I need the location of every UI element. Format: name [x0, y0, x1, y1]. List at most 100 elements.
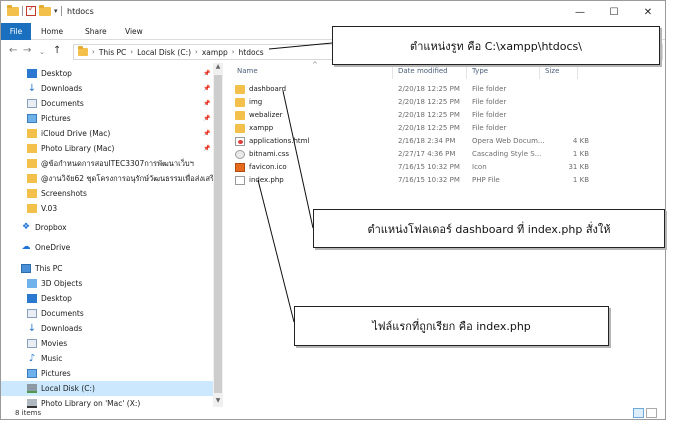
download-icon: ↓	[27, 323, 37, 334]
nav-item-label: Downloads	[41, 84, 83, 93]
scroll-down-icon[interactable]: ▼	[213, 397, 223, 407]
pin-icon[interactable]: 📌	[203, 130, 210, 137]
download-icon: ↓	[27, 83, 37, 94]
nav-item-label: This PC	[35, 264, 63, 273]
forward-button[interactable]: →	[23, 45, 31, 56]
folder-icon	[235, 111, 245, 120]
nav-item[interactable]: This PC	[1, 261, 213, 276]
nav-item[interactable]: Screenshots	[1, 186, 213, 201]
file-type: File folder	[472, 85, 507, 93]
pin-icon[interactable]: 📌	[203, 100, 210, 107]
tab-share[interactable]: Share	[85, 23, 107, 40]
close-button[interactable]: ✕	[631, 1, 665, 23]
divider	[60, 6, 62, 16]
breadcrumb-local-disk[interactable]: Local Disk (C:)	[137, 48, 191, 57]
maximize-button[interactable]: ☐	[597, 1, 631, 23]
up-button[interactable]: ↑	[53, 45, 61, 56]
details-view-icon[interactable]	[633, 408, 644, 418]
nav-item[interactable]: @ข้อกำหนดการสอบITEC3307การพัฒนาเว็บฯ	[1, 156, 213, 171]
recent-locations-icon[interactable]: ⌄	[39, 48, 45, 56]
column-header-name[interactable]: Name	[237, 67, 258, 79]
nav-item[interactable]: Movies	[1, 336, 213, 351]
nav-item-label: Local Disk (C:)	[41, 384, 95, 393]
column-divider[interactable]	[539, 65, 540, 79]
nav-item[interactable]: Pictures 📌	[1, 111, 213, 126]
pin-icon[interactable]: 📌	[203, 70, 210, 77]
nav-item[interactable]: ↓ Downloads	[1, 321, 213, 336]
callout-root-path: ตำแหน่งรูท คือ C:\xampp\htdocs\	[332, 26, 660, 65]
nav-item-label: Desktop	[41, 69, 72, 78]
file-row[interactable]: dashboard 2/20/18 12:25 PM File folder	[233, 83, 563, 96]
breadcrumb-xampp[interactable]: xampp	[202, 48, 228, 57]
chevron-right-icon[interactable]: ›	[232, 48, 235, 56]
file-row[interactable]: favicon.ico 7/16/15 10:32 PM Icon 31 KB	[233, 161, 589, 174]
nav-item[interactable]: Desktop 📌	[1, 66, 213, 81]
file-size: 1 KB	[572, 176, 589, 184]
minimize-button[interactable]: —	[563, 1, 597, 23]
nav-item[interactable]: 3D Objects	[1, 276, 213, 291]
chevron-right-icon[interactable]: ›	[130, 48, 133, 56]
view-switcher	[633, 408, 657, 418]
tab-view[interactable]: View	[125, 23, 143, 40]
ico-file-icon	[235, 163, 245, 172]
documents-icon	[27, 309, 37, 318]
new-folder-icon[interactable]	[39, 4, 51, 16]
file-type: PHP File	[472, 176, 500, 184]
file-row[interactable]: img 2/20/18 12:25 PM File folder	[233, 96, 563, 109]
column-divider[interactable]	[466, 65, 467, 79]
tab-file[interactable]: File	[1, 23, 31, 40]
pin-icon[interactable]: 📌	[203, 145, 210, 152]
nav-item-label: iCloud Drive (Mac)	[41, 129, 111, 138]
nav-item[interactable]: V.03	[1, 201, 213, 216]
nav-item[interactable]: Documents 📌	[1, 96, 213, 111]
file-row[interactable]: index.php 7/16/15 10:32 PM PHP File 1 KB	[233, 174, 589, 187]
nav-item[interactable]: ♪ Music	[1, 351, 213, 366]
file-name: xampp	[249, 124, 274, 132]
pin-icon[interactable]: 📌	[203, 85, 210, 92]
nav-item[interactable]: Photo Library (Mac) 📌	[1, 141, 213, 156]
nav-item[interactable]: Local Disk (C:)	[1, 381, 213, 396]
file-name: favicon.ico	[249, 163, 287, 171]
file-row[interactable]: applications.html 2/16/18 2:34 PM Opera We…	[233, 135, 589, 148]
nav-item[interactable]: iCloud Drive (Mac) 📌	[1, 126, 213, 141]
chevron-right-icon[interactable]: ›	[92, 48, 95, 56]
scroll-up-icon[interactable]: ▲	[213, 63, 223, 73]
large-icons-view-icon[interactable]	[646, 408, 657, 418]
folder-icon	[27, 189, 37, 198]
customize-toolbar-icon[interactable]: ▾	[54, 7, 58, 15]
back-button[interactable]: ←	[9, 45, 17, 56]
music-icon: ♪	[28, 353, 36, 364]
file-name: bitnami.css	[249, 150, 289, 158]
nav-item[interactable]: @งานวิจัย62 ชุดโครงการอนุรักษ์วัฒนธรรมเพ…	[1, 171, 213, 186]
nav-item[interactable]: Pictures	[1, 366, 213, 381]
folder-icon	[27, 174, 37, 183]
tab-home[interactable]: Home	[41, 23, 63, 40]
file-row[interactable]: webalizer 2/20/18 12:25 PM File folder	[233, 109, 563, 122]
file-row[interactable]: bitnami.css 2/27/17 4:36 PM Cascading Styl…	[233, 148, 589, 161]
folder-icon	[7, 4, 19, 16]
column-header-size[interactable]: Size	[545, 67, 559, 79]
nav-item-label: Music	[41, 354, 63, 363]
breadcrumb-this-pc[interactable]: This PC	[99, 48, 126, 57]
title-bar: ▾ htdocs — ☐ ✕	[1, 1, 665, 23]
nav-item-label: Downloads	[41, 324, 83, 333]
properties-icon[interactable]	[26, 4, 36, 16]
pin-icon[interactable]: 📌	[203, 115, 210, 122]
nav-item[interactable]: ↓ Downloads 📌	[1, 81, 213, 96]
column-divider[interactable]	[392, 65, 393, 79]
file-row[interactable]: xampp 2/20/18 12:25 PM File folder	[233, 122, 563, 135]
callout-dashboard-folder: ตำแหน่งโฟลเดอร์ dashboard ที่ index.php …	[313, 209, 665, 248]
nav-item[interactable]: ☁ OneDrive	[1, 240, 213, 255]
scrollbar-thumb[interactable]	[214, 75, 222, 393]
nav-item-label: Documents	[41, 309, 84, 318]
column-divider[interactable]	[577, 65, 578, 79]
nav-item[interactable]: Documents	[1, 306, 213, 321]
breadcrumb-htdocs[interactable]: htdocs	[239, 48, 264, 57]
nav-item[interactable]: Desktop	[1, 291, 213, 306]
chevron-right-icon[interactable]: ›	[195, 48, 198, 56]
column-header-date[interactable]: Date modified	[398, 67, 448, 79]
nav-pane-scrollbar[interactable]: ▲ ▼	[213, 63, 223, 407]
folder-icon	[235, 124, 245, 133]
nav-item[interactable]: ❖ Dropbox	[1, 220, 213, 235]
column-header-type[interactable]: Type	[472, 67, 488, 79]
